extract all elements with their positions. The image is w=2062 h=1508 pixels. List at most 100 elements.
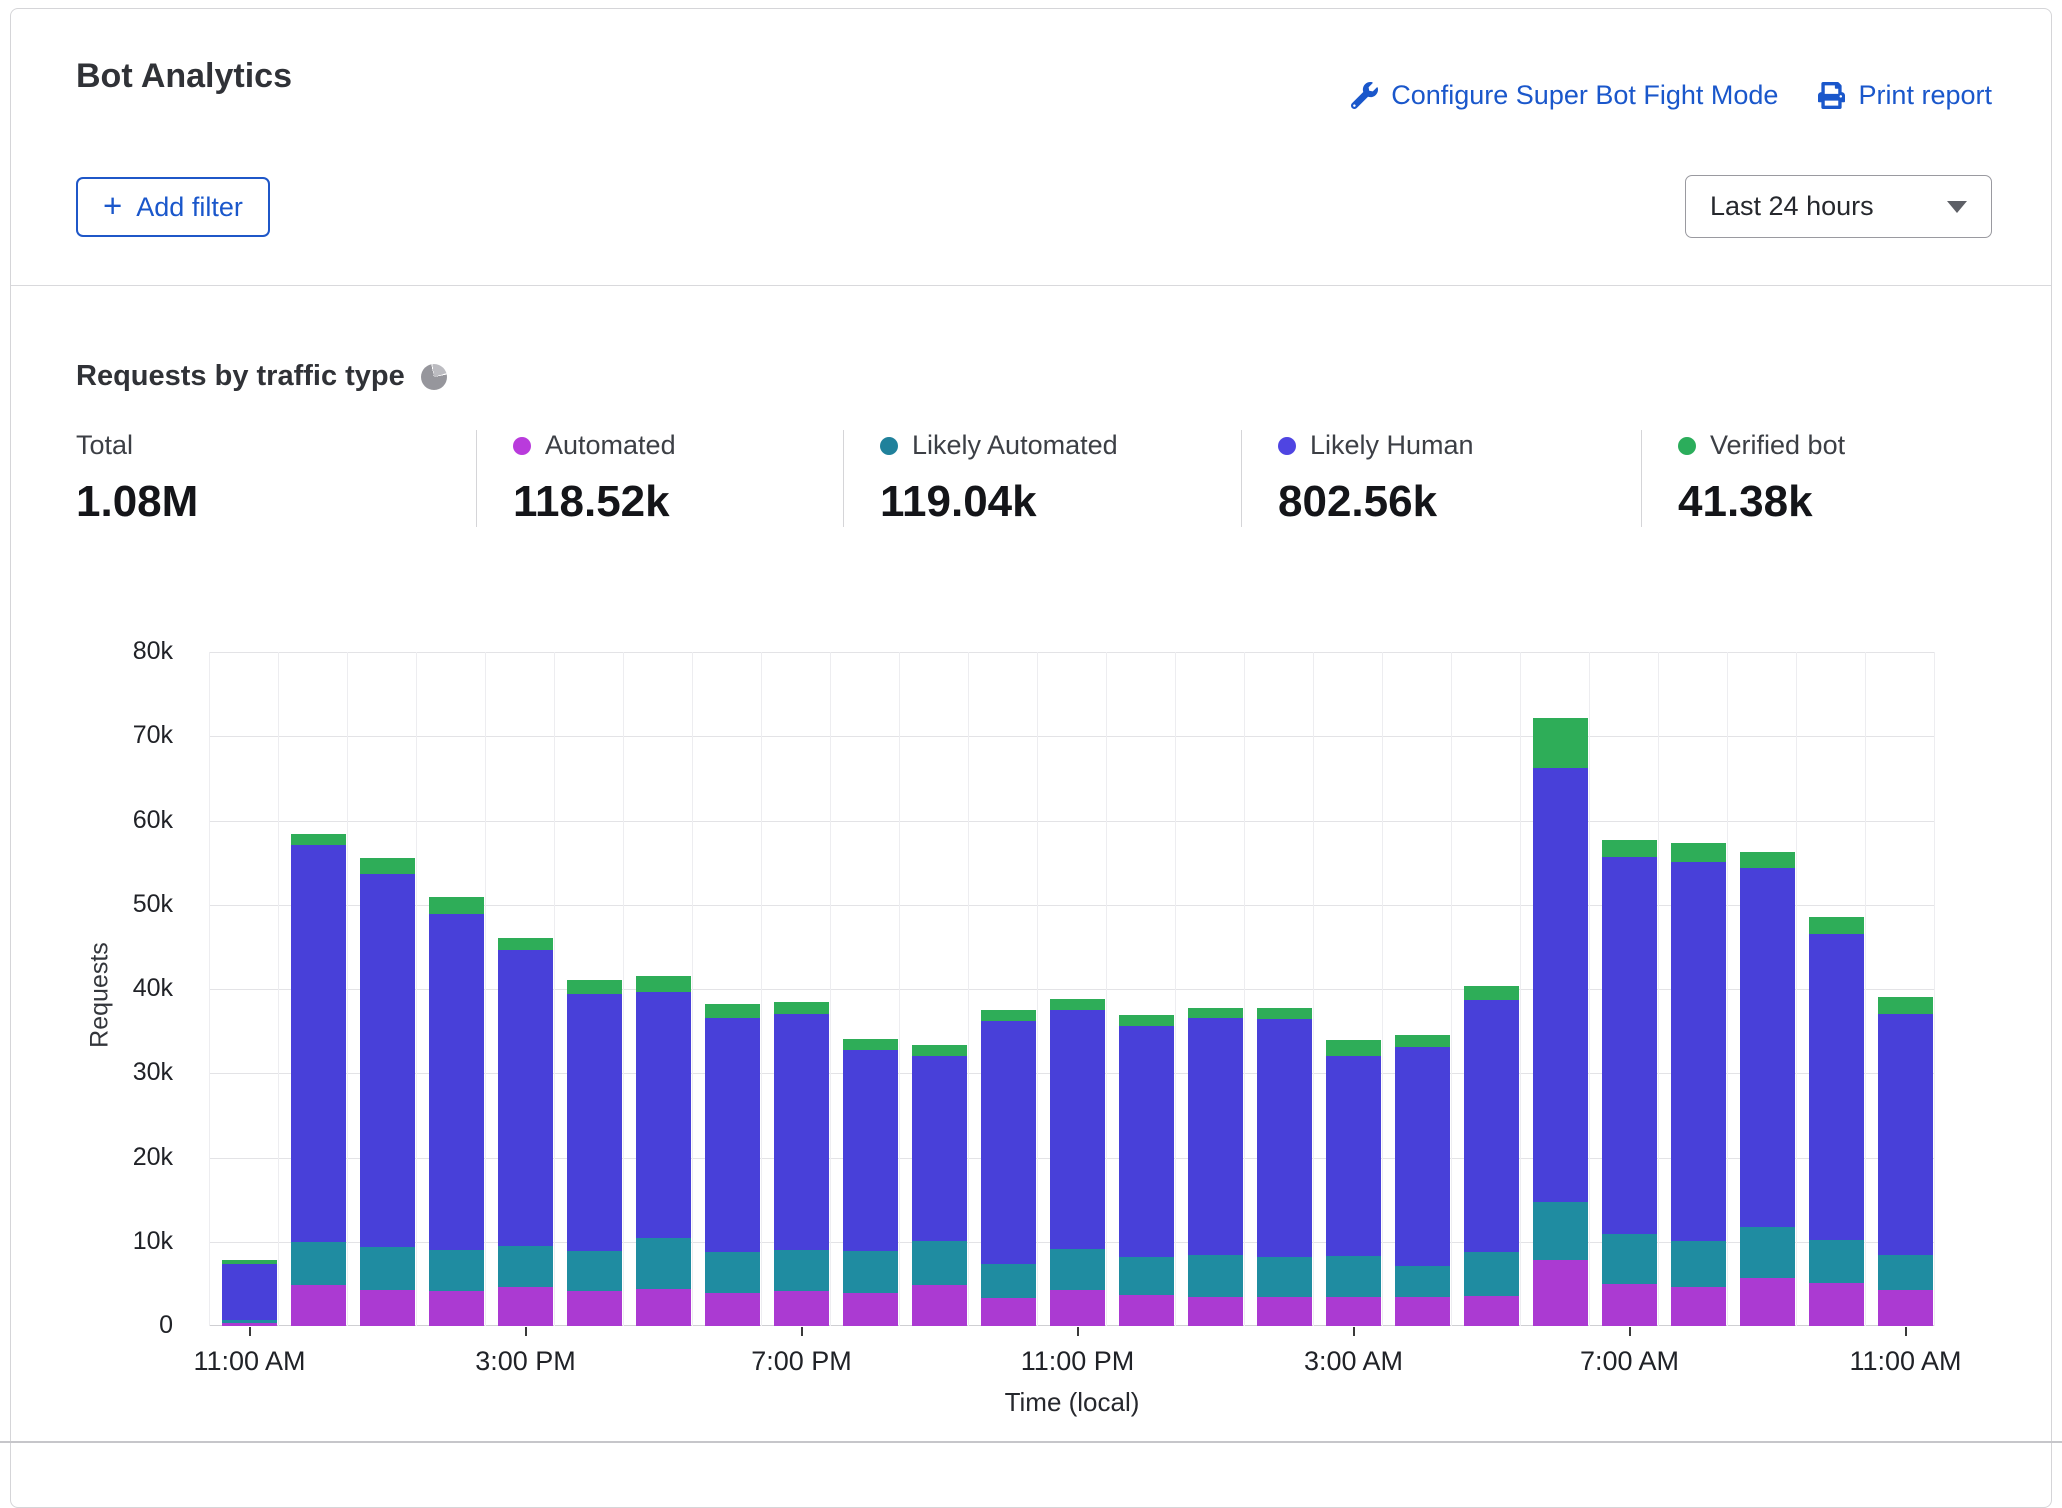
bar-segment-likely-automated [1188,1255,1243,1296]
bar-segment-likely-human [843,1050,898,1252]
bar-segment-likely-human [1602,857,1657,1234]
bar-segment-likely-human [774,1014,829,1250]
bar-segment-verified-bot [1119,1015,1174,1026]
bar-segment-verified-bot [1878,997,1933,1015]
x-axis-tick [1077,1327,1079,1336]
bar-segment-automated [1257,1297,1312,1326]
bar-segment-automated [981,1298,1036,1326]
gridline-vertical [899,652,900,1326]
gridline-vertical [1658,652,1659,1326]
y-axis-tick-label: 0 [88,1311,173,1340]
bar-segment-likely-automated [291,1242,346,1285]
bar-segment-likely-human [360,874,415,1247]
gridline-horizontal [209,652,1935,653]
bar-segment-automated [222,1323,277,1326]
bar-segment-likely-automated [1671,1241,1726,1287]
bar-segment-automated [1878,1290,1933,1326]
bar-segment-likely-human [1671,862,1726,1241]
gridline-vertical [1589,652,1590,1326]
stat-label: Verified bot [1710,430,1845,461]
bar-segment-verified-bot [360,858,415,873]
bar-segment-verified-bot [1740,852,1795,868]
y-axis-tick-label: 10k [88,1227,173,1256]
bar-segment-automated [1533,1260,1588,1326]
bar-segment-verified-bot [567,980,622,994]
stat-value: 118.52k [513,477,833,527]
stat-likely-human: Likely Human802.56k [1241,430,1641,527]
x-axis-title: Time (local) [1005,1387,1140,1418]
x-axis-tick-label: 7:00 PM [751,1346,852,1377]
bar-segment-verified-bot [1602,840,1657,857]
time-range-value: Last 24 hours [1710,191,1874,222]
gridline-vertical [1244,652,1245,1326]
bar-segment-likely-human [1464,1000,1519,1252]
bar-segment-likely-automated [1809,1240,1864,1283]
x-axis-tick-label: 7:00 AM [1580,1346,1679,1377]
bar-segment-likely-human [912,1056,967,1241]
stat-label: Total [76,430,133,461]
bar-segment-automated [1188,1297,1243,1326]
stat-value: 119.04k [880,477,1231,527]
bar-segment-automated [1050,1290,1105,1326]
bar-segment-likely-automated [981,1264,1036,1298]
bar-segment-likely-automated [1878,1255,1933,1290]
stat-label: Likely Automated [912,430,1118,461]
bar-segment-verified-bot [705,1004,760,1018]
bar-segment-automated [705,1293,760,1326]
plus-icon: + [103,189,122,222]
gridline-vertical [554,652,555,1326]
bar-segment-likely-automated [1464,1252,1519,1296]
bar-segment-automated [1671,1287,1726,1326]
x-axis-tick [249,1327,251,1336]
bar-segment-automated [1326,1297,1381,1326]
plot-area: 11:00 AM3:00 PM7:00 PM11:00 PM3:00 AM7:0… [209,652,1935,1326]
stat-label-row: Automated [513,430,833,461]
gridline-vertical [623,652,624,1326]
gridline-vertical [1313,652,1314,1326]
bar-segment-likely-human [1395,1047,1450,1266]
add-filter-button[interactable]: + Add filter [76,177,270,237]
section-title-row: Requests by traffic type [76,360,447,393]
gridline-vertical [761,652,762,1326]
y-axis-tick-label: 60k [88,806,173,835]
bar-segment-likely-human [1740,868,1795,1228]
bar-segment-likely-automated [774,1250,829,1290]
bar-segment-verified-bot [636,976,691,991]
bar-segment-likely-human [1257,1019,1312,1257]
bar-segment-likely-automated [429,1250,484,1290]
y-axis-tick-label: 40k [88,974,173,1003]
bar-segment-automated [1602,1284,1657,1326]
bar-segment-likely-human [1188,1018,1243,1255]
gridline-vertical [1106,652,1107,1326]
bar-segment-verified-bot [1257,1008,1312,1020]
legend-dot [513,437,531,455]
print-report-link[interactable]: Print report [1818,80,1992,111]
bar-segment-likely-human [498,950,553,1246]
gridline-vertical [1865,652,1866,1326]
bar-segment-automated [636,1289,691,1326]
y-axis-tick-label: 30k [88,1058,173,1087]
bar-segment-likely-automated [360,1247,415,1290]
bar-segment-verified-bot [981,1010,1036,1021]
bar-segment-verified-bot [843,1039,898,1050]
wrench-icon [1351,82,1378,109]
configure-super-bot-fight-mode-link[interactable]: Configure Super Bot Fight Mode [1351,80,1778,111]
bar-segment-likely-human [1326,1056,1381,1256]
bar-segment-verified-bot [1464,986,1519,999]
time-range-select[interactable]: Last 24 hours [1685,175,1992,238]
gridline-vertical [1382,652,1383,1326]
bar-segment-likely-automated [1119,1257,1174,1295]
stat-value: 41.38k [1678,477,1991,527]
bar-segment-verified-bot [1809,917,1864,935]
bar-segment-likely-automated [705,1252,760,1293]
bar-segment-likely-human [1878,1014,1933,1255]
bar-segment-automated [1740,1278,1795,1326]
x-axis-tick [525,1327,527,1336]
bar-segment-automated [1809,1283,1864,1326]
bar-segment-automated [291,1285,346,1326]
gridline-vertical [485,652,486,1326]
bar-segment-automated [774,1291,829,1326]
header-divider [11,285,2051,286]
x-axis-tick [1629,1327,1631,1336]
bar-segment-likely-human [1809,934,1864,1240]
